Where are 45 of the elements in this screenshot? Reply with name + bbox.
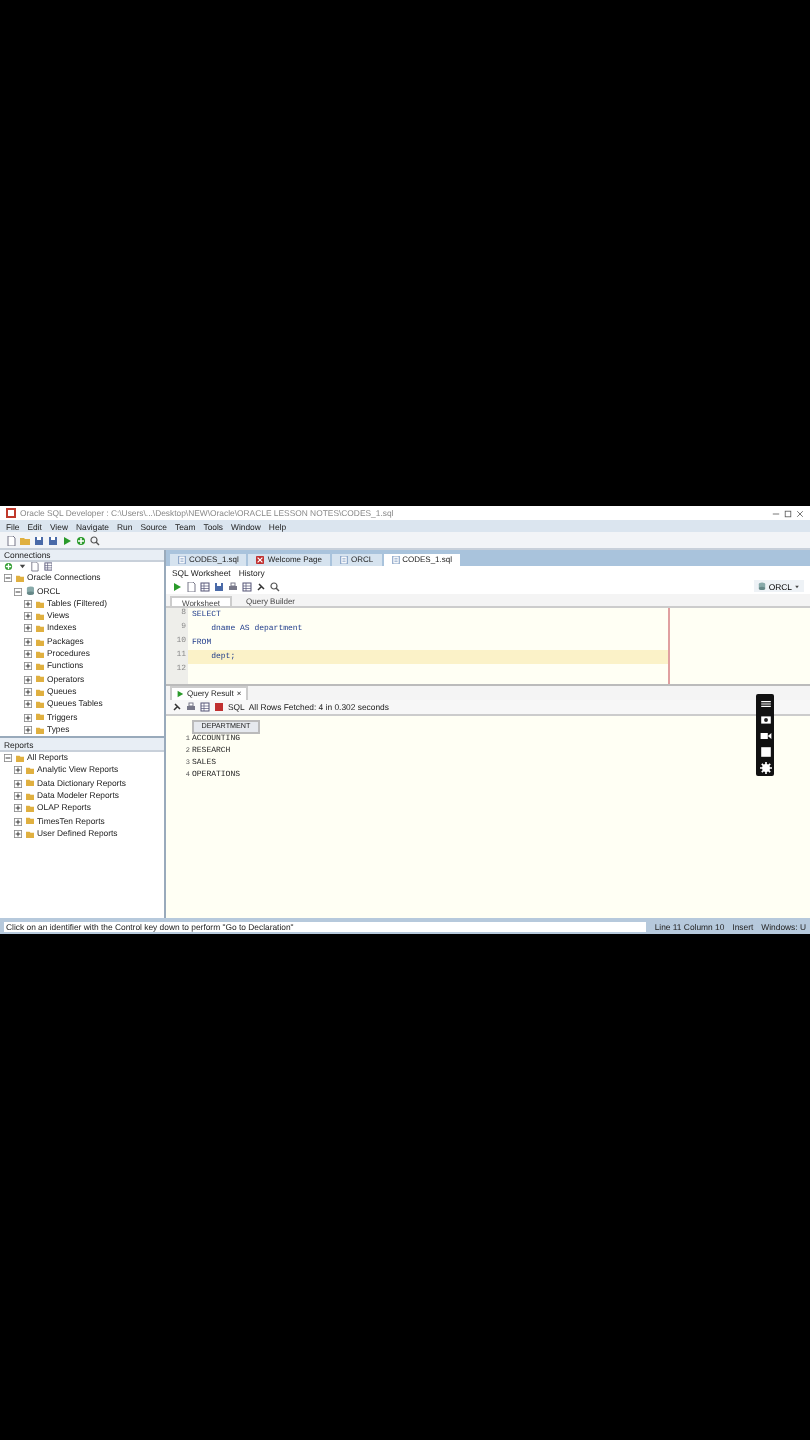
expand-icon[interactable] xyxy=(14,792,22,801)
settings-icon[interactable] xyxy=(759,761,771,773)
maximize-icon[interactable] xyxy=(784,509,792,517)
expand-icon[interactable] xyxy=(24,700,32,709)
grid-icon[interactable] xyxy=(200,702,210,712)
expand-icon[interactable] xyxy=(24,687,32,696)
expand-icon[interactable] xyxy=(14,779,22,788)
expand-icon[interactable] xyxy=(24,662,32,671)
caret-icon xyxy=(794,583,800,589)
save-icon[interactable] xyxy=(34,535,44,545)
disk-icon[interactable] xyxy=(214,581,224,591)
folder-icon xyxy=(15,574,24,584)
database-icon xyxy=(25,586,34,596)
expand-icon[interactable] xyxy=(24,599,32,608)
search-icon[interactable] xyxy=(90,535,100,545)
search-icon[interactable] xyxy=(270,581,280,591)
square-icon[interactable] xyxy=(759,745,771,757)
add-icon[interactable] xyxy=(4,562,13,572)
stop-icon[interactable] xyxy=(214,702,224,712)
grid-icon[interactable] xyxy=(200,581,210,591)
print-icon[interactable] xyxy=(186,702,196,712)
expand-icon[interactable] xyxy=(14,766,22,775)
add-icon[interactable] xyxy=(76,535,86,545)
expand-icon[interactable] xyxy=(24,650,32,659)
collapse-icon[interactable] xyxy=(4,754,12,763)
expand-icon[interactable] xyxy=(24,713,32,722)
database-icon xyxy=(758,582,767,590)
menu-icon[interactable] xyxy=(759,697,771,709)
camera-icon[interactable] xyxy=(759,713,771,725)
expand-icon[interactable] xyxy=(24,675,32,684)
expand-icon[interactable] xyxy=(24,612,32,621)
print-icon[interactable] xyxy=(228,581,238,591)
expand-icon[interactable] xyxy=(24,624,32,633)
collapse-icon[interactable] xyxy=(14,587,22,596)
grid-icon[interactable] xyxy=(43,562,52,572)
expand-icon[interactable] xyxy=(14,829,22,838)
expand-icon[interactable] xyxy=(14,817,22,826)
grid-icon[interactable] xyxy=(242,581,252,591)
video-camera-icon[interactable] xyxy=(759,729,771,741)
expand-icon[interactable] xyxy=(24,637,32,646)
expand-icon[interactable] xyxy=(14,804,22,813)
expand-icon[interactable] xyxy=(24,725,32,734)
save-all-icon[interactable] xyxy=(48,535,58,545)
collapse-icon[interactable] xyxy=(4,574,12,583)
close-icon[interactable] xyxy=(796,509,804,517)
